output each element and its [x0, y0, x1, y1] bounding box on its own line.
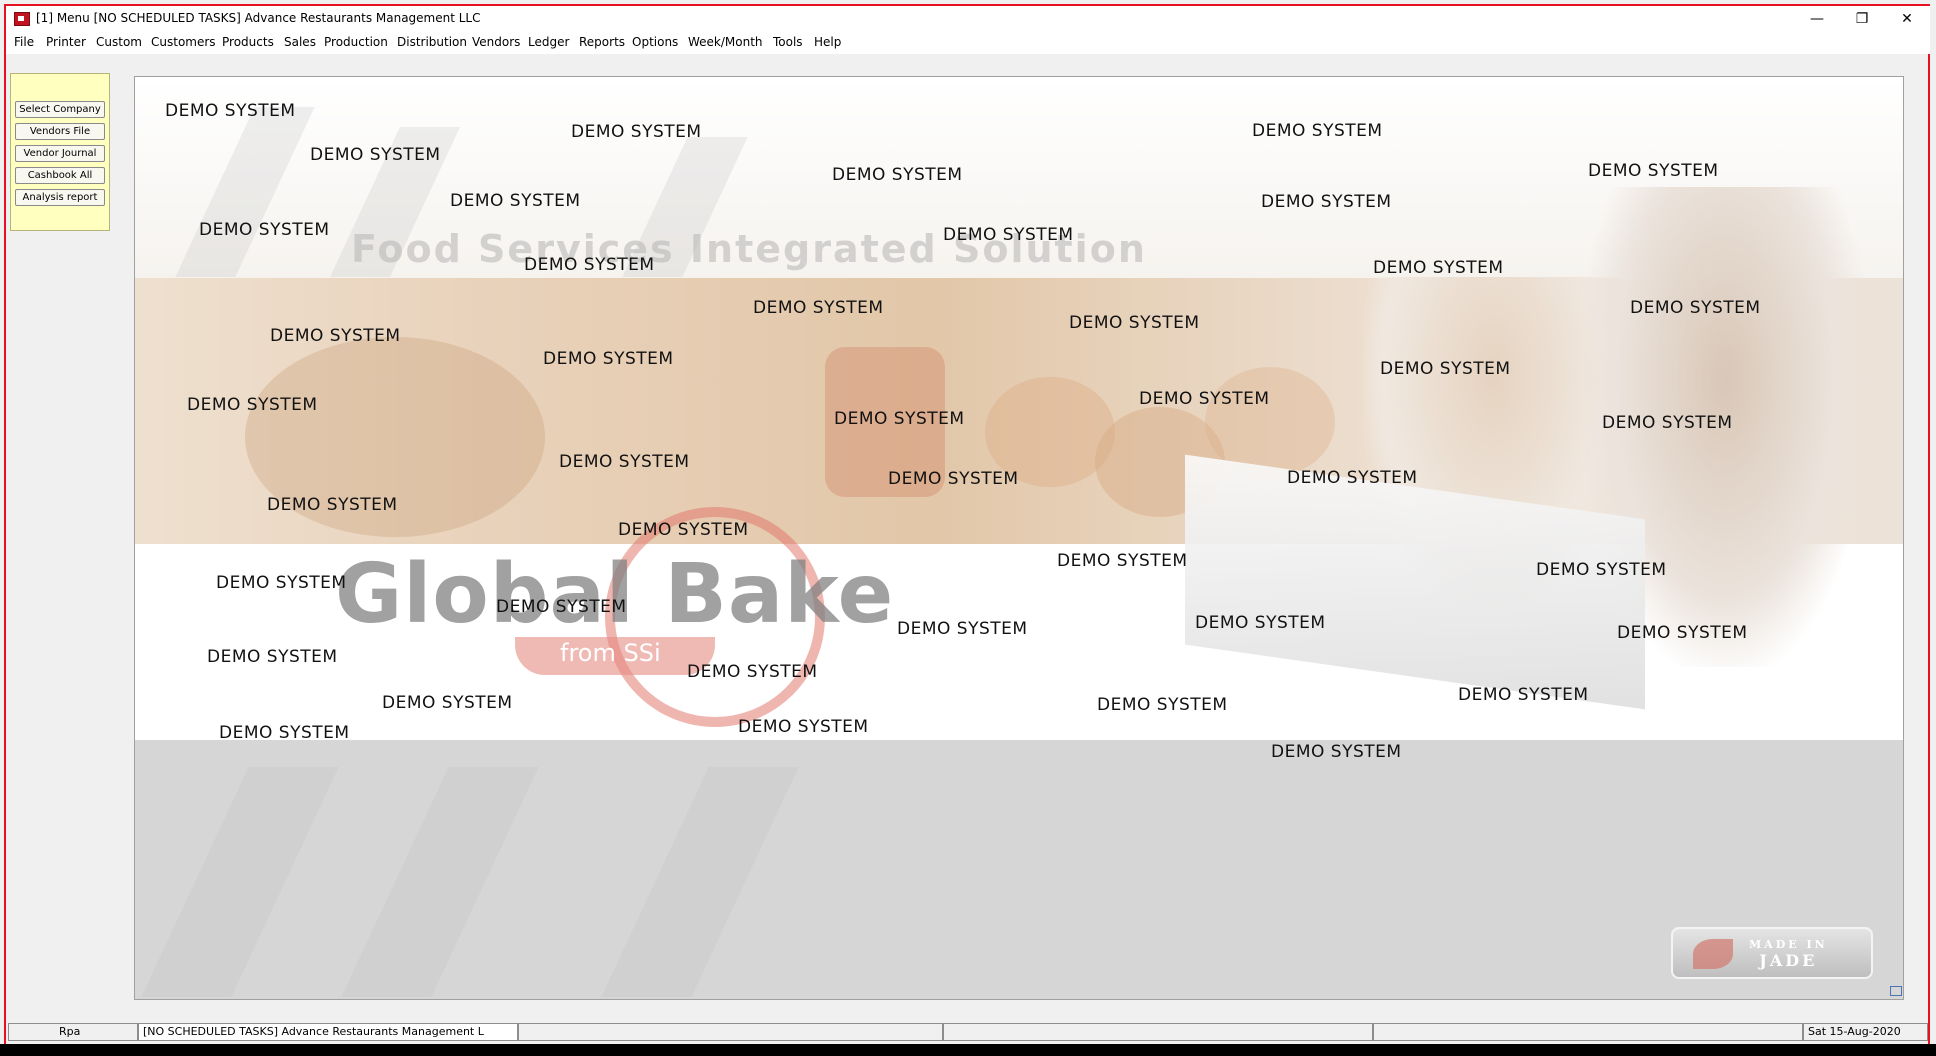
- menu-ledger[interactable]: Ledger: [528, 35, 569, 49]
- demo-watermark: DEMO SYSTEM: [165, 101, 296, 121]
- menu-reports[interactable]: Reports: [579, 35, 625, 49]
- status-cell-empty: [943, 1023, 1373, 1041]
- demo-watermark: DEMO SYSTEM: [1380, 359, 1511, 379]
- demo-watermark: DEMO SYSTEM: [382, 693, 513, 713]
- demo-watermark: DEMO SYSTEM: [1602, 413, 1733, 433]
- demo-watermark: DEMO SYSTEM: [1195, 613, 1326, 633]
- status-date: Sat 15-Aug-2020: [1803, 1023, 1928, 1041]
- close-button[interactable]: ✕: [1884, 6, 1930, 32]
- demo-watermark: DEMO SYSTEM: [1139, 389, 1270, 409]
- window-list-icon[interactable]: [1890, 986, 1902, 996]
- demo-watermark: DEMO SYSTEM: [1617, 623, 1748, 643]
- taskbar-edge: [0, 1044, 1936, 1056]
- status-cell-empty: [518, 1023, 943, 1041]
- minimize-button[interactable]: —: [1794, 6, 1840, 32]
- demo-watermark: DEMO SYSTEM: [559, 452, 690, 472]
- splash-area: Food Services Integrated Solution Global…: [134, 76, 1904, 1000]
- title-bar: [1] Menu [NO SCHEDULED TASKS] Advance Re…: [6, 6, 1930, 32]
- menu-vendors[interactable]: Vendors: [472, 35, 520, 49]
- demo-watermark: DEMO SYSTEM: [943, 225, 1074, 245]
- demo-watermark: DEMO SYSTEM: [832, 165, 963, 185]
- demo-watermark: DEMO SYSTEM: [687, 662, 818, 682]
- status-cell-empty: [1373, 1023, 1803, 1041]
- demo-watermark: DEMO SYSTEM: [543, 349, 674, 369]
- menu-file[interactable]: File: [14, 35, 34, 49]
- vendors-file-button[interactable]: Vendors File: [15, 123, 105, 140]
- status-task: [NO SCHEDULED TASKS] Advance Restaurants…: [138, 1023, 518, 1041]
- app-icon: [14, 12, 30, 26]
- demo-watermark: DEMO SYSTEM: [1588, 161, 1719, 181]
- demo-watermark: DEMO SYSTEM: [571, 122, 702, 142]
- menu-help[interactable]: Help: [814, 35, 841, 49]
- demo-watermark: DEMO SYSTEM: [1069, 313, 1200, 333]
- demo-watermark: DEMO SYSTEM: [1458, 685, 1589, 705]
- demo-watermark: DEMO SYSTEM: [216, 573, 347, 593]
- window-title: [1] Menu [NO SCHEDULED TASKS] Advance Re…: [36, 11, 481, 25]
- menu-distribution[interactable]: Distribution: [397, 35, 467, 49]
- demo-watermark: DEMO SYSTEM: [888, 469, 1019, 489]
- demo-watermark: DEMO SYSTEM: [1271, 742, 1402, 762]
- status-bar: Rpa [NO SCHEDULED TASKS] Advance Restaur…: [8, 1023, 1928, 1041]
- demo-watermark: DEMO SYSTEM: [738, 717, 869, 737]
- demo-watermark: DEMO SYSTEM: [310, 145, 441, 165]
- global-bake-logo: Global Bake: [335, 547, 895, 642]
- cashbook-all-button[interactable]: Cashbook All: [15, 167, 105, 184]
- menu-custom[interactable]: Custom: [96, 35, 142, 49]
- menu-tools[interactable]: Tools: [773, 35, 803, 49]
- demo-watermark: DEMO SYSTEM: [753, 298, 884, 318]
- demo-watermark: DEMO SYSTEM: [270, 326, 401, 346]
- shortcut-panel: Select Company Vendors File Vendor Journ…: [10, 73, 110, 231]
- demo-watermark: DEMO SYSTEM: [834, 409, 965, 429]
- demo-watermark: DEMO SYSTEM: [1252, 121, 1383, 141]
- menu-products[interactable]: Products: [222, 35, 274, 49]
- demo-watermark: DEMO SYSTEM: [496, 597, 627, 617]
- restore-button[interactable]: ❐: [1839, 6, 1885, 32]
- demo-watermark: DEMO SYSTEM: [1261, 192, 1392, 212]
- menu-week-month[interactable]: Week/Month: [688, 35, 763, 49]
- status-user: Rpa: [8, 1023, 138, 1041]
- vendor-journal-button[interactable]: Vendor Journal: [15, 145, 105, 162]
- demo-watermark: DEMO SYSTEM: [524, 255, 655, 275]
- menu-sales[interactable]: Sales: [284, 35, 316, 49]
- menu-bar: File Printer Custom Customers Products S…: [6, 32, 1930, 54]
- demo-watermark: DEMO SYSTEM: [450, 191, 581, 211]
- menu-options[interactable]: Options: [632, 35, 678, 49]
- demo-watermark: DEMO SYSTEM: [1630, 298, 1761, 318]
- demo-watermark: DEMO SYSTEM: [1057, 551, 1188, 571]
- demo-watermark: DEMO SYSTEM: [1373, 258, 1504, 278]
- menu-production[interactable]: Production: [324, 35, 388, 49]
- made-in-jade-badge: MADE IN JADE: [1671, 927, 1873, 979]
- demo-watermark: DEMO SYSTEM: [1287, 468, 1418, 488]
- demo-watermark: DEMO SYSTEM: [219, 723, 350, 743]
- jade-leaf-icon: [1693, 939, 1733, 969]
- demo-watermark: DEMO SYSTEM: [207, 647, 338, 667]
- demo-watermark: DEMO SYSTEM: [187, 395, 318, 415]
- demo-watermark: DEMO SYSTEM: [267, 495, 398, 515]
- menu-printer[interactable]: Printer: [46, 35, 86, 49]
- select-company-button[interactable]: Select Company: [15, 101, 105, 118]
- logo-subtitle: from SSi: [560, 639, 661, 667]
- menu-customers[interactable]: Customers: [151, 35, 216, 49]
- badge-line-2: JADE: [1759, 951, 1818, 970]
- demo-watermark: DEMO SYSTEM: [199, 220, 330, 240]
- analysis-report-button[interactable]: Analysis report: [15, 189, 105, 206]
- demo-watermark: DEMO SYSTEM: [618, 520, 749, 540]
- demo-watermark: DEMO SYSTEM: [1536, 560, 1667, 580]
- demo-watermark: DEMO SYSTEM: [1097, 695, 1228, 715]
- demo-watermark: DEMO SYSTEM: [897, 619, 1028, 639]
